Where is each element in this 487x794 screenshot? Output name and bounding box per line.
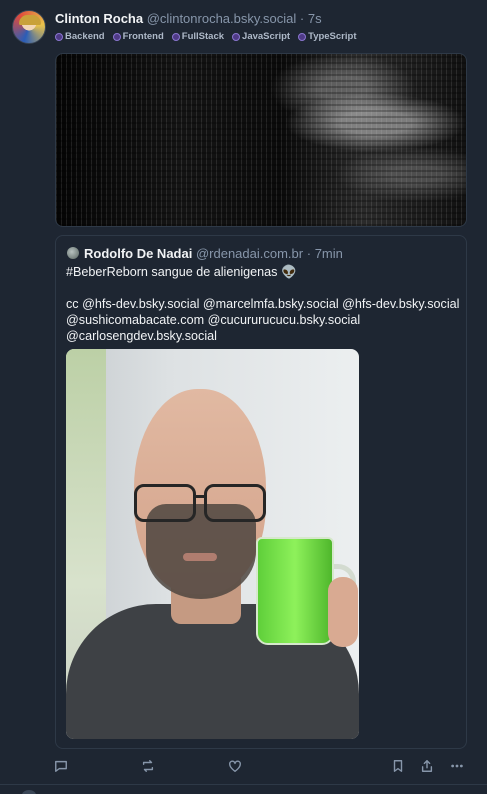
quoted-text-line: #BeberReborn sangue de alienigenas 👽	[66, 265, 297, 279]
quoted-post-photo[interactable]	[66, 349, 359, 739]
like-icon[interactable]	[225, 756, 245, 776]
separator-dot: ·	[306, 246, 312, 261]
tag-label: FullStack	[181, 31, 225, 42]
tag-backend: Backend	[55, 31, 105, 42]
quoted-author-name[interactable]: Rodolfo De Nadai	[84, 246, 192, 261]
author-handle[interactable]: @clintonrocha.bsky.social	[147, 11, 297, 26]
author-name[interactable]: Clinton Rocha	[55, 11, 143, 26]
tag-icon	[112, 32, 121, 41]
tag-icon	[232, 32, 241, 41]
feed-post[interactable]: Clinton Rocha @clintonrocha.bsky.social …	[0, 0, 487, 785]
tag-icon	[171, 32, 180, 41]
author-avatar[interactable]	[12, 10, 46, 44]
tag-label: TypeScript	[308, 31, 357, 42]
more-icon[interactable]	[447, 756, 467, 776]
next-post-avatar[interactable]	[22, 790, 36, 794]
bookmark-icon[interactable]	[388, 756, 408, 776]
tag-label: JavaScript	[242, 31, 291, 42]
tag-fullstack: FullStack	[171, 31, 225, 42]
tag-icon	[298, 32, 307, 41]
reply-icon[interactable]	[51, 756, 71, 776]
separator-dot: ·	[299, 11, 305, 26]
post-time[interactable]: 7s	[308, 11, 322, 26]
tag-frontend: Frontend	[112, 31, 164, 42]
quoted-author-avatar[interactable]	[67, 247, 79, 259]
quoted-post[interactable]: Rodolfo De Nadai @rdenadai.com.br · 7min…	[55, 235, 467, 749]
quoted-author-handle[interactable]: @rdenadai.com.br	[196, 246, 303, 261]
quoted-post-text: #BeberReborn sangue de alienigenas 👽 cc …	[66, 264, 461, 344]
tag-javascript: JavaScript	[232, 31, 290, 42]
repost-icon[interactable]	[138, 756, 158, 776]
post-header: Clinton Rocha @clintonrocha.bsky.social …	[55, 11, 322, 26]
post-actions	[0, 756, 487, 776]
share-icon[interactable]	[417, 756, 437, 776]
tag-label: Backend	[65, 31, 105, 42]
tag-typescript: TypeScript	[298, 31, 356, 42]
tag-label: Frontend	[122, 31, 164, 42]
post-image[interactable]	[55, 53, 467, 227]
profile-tags: Backend Frontend FullStack JavaScript Ty…	[55, 31, 356, 42]
quoted-post-time[interactable]: 7min	[315, 246, 343, 261]
quoted-text-mentions[interactable]: cc @hfs-dev.bsky.social @marcelmfa.bsky.…	[66, 296, 461, 344]
quoted-post-header: Rodolfo De Nadai @rdenadai.com.br · 7min	[84, 246, 343, 261]
tag-icon	[55, 32, 63, 41]
